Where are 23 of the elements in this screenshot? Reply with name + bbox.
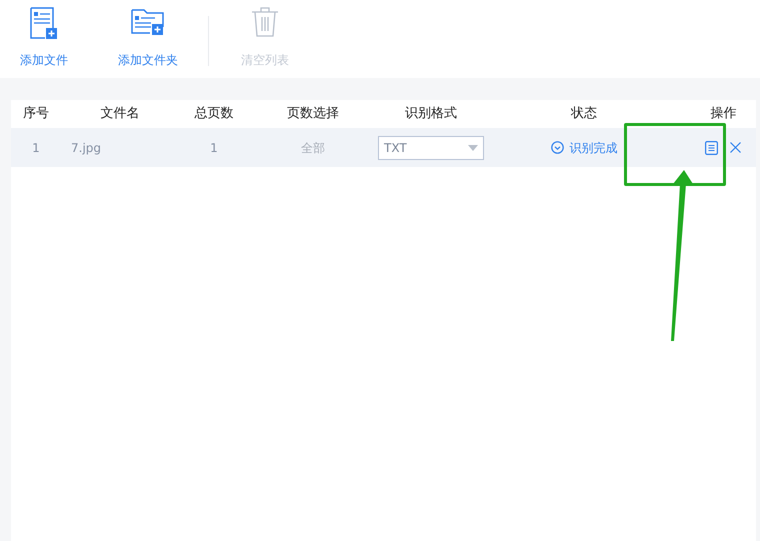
table-cell-text: 1 (32, 140, 40, 156)
column-header: 序号 (22, 105, 50, 124)
column-header: 文件名 (100, 105, 140, 124)
add-folder-icon (131, 7, 165, 35)
column-header: 操作 (710, 105, 738, 124)
caret-icon (468, 144, 478, 150)
document-icon[interactable] (705, 140, 718, 154)
table-row[interactable]: 1 7.jpg 1 全部 TXT 识别完成 (11, 128, 756, 167)
table-cell-text: 全部 (301, 140, 325, 156)
status-text: 识别完成 (570, 140, 618, 156)
trash-icon (251, 7, 279, 37)
column-header: 状态 (570, 105, 598, 124)
column-header: 总页数 (194, 105, 234, 124)
format-dropdown[interactable]: TXT (378, 136, 484, 160)
column-header: 识别格式 (404, 105, 458, 124)
check-circle-icon (550, 141, 564, 154)
add-file-icon (30, 7, 58, 39)
toolbar-button[interactable]: 添加文件 (0, 0, 88, 72)
table-cell-text: 1 (210, 140, 218, 156)
toolbar-button[interactable]: 添加文件夹 (88, 0, 208, 72)
table-cell-text: 7.jpg (70, 140, 102, 156)
close-icon[interactable] (730, 142, 741, 153)
column-header: 页数选择 (286, 105, 340, 124)
